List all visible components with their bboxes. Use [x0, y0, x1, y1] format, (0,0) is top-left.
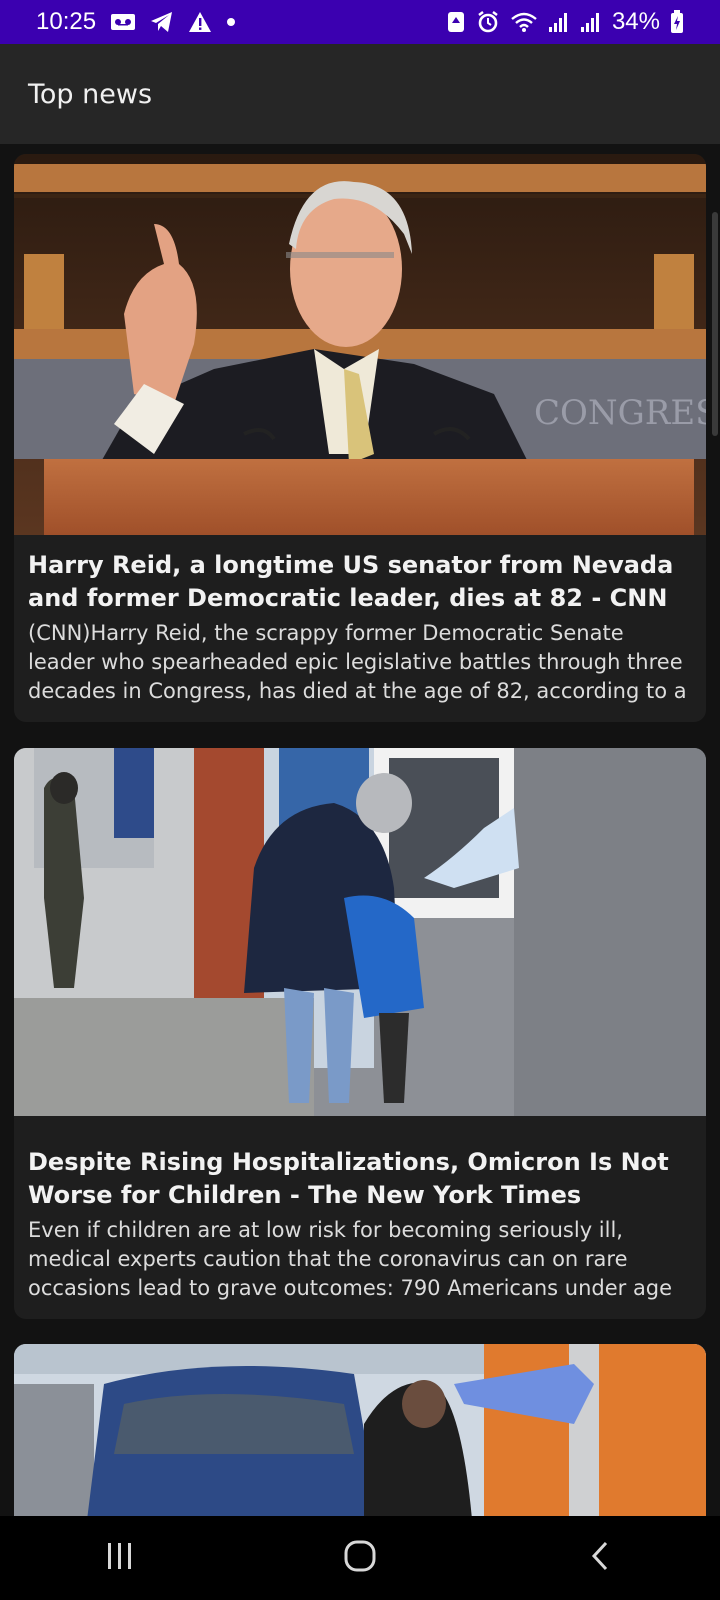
battery-charging-icon [670, 10, 684, 34]
battery-percent: 34% [611, 8, 660, 35]
article-image [14, 1344, 706, 1516]
alarm-icon [476, 10, 500, 34]
article-description: (CNN)Harry Reid, the scrappy former Demo… [28, 621, 687, 703]
back-button[interactable] [540, 1516, 660, 1600]
status-bar: 10:25 34% [0, 0, 720, 44]
article-card[interactable]: CONGRESS Harry Reid, a longtime US senat… [14, 154, 706, 722]
recycle-icon [446, 10, 466, 34]
telegram-icon [150, 11, 174, 33]
article-image: CONGRESS [14, 154, 706, 535]
page-title: Top news [28, 78, 153, 110]
voicemail-icon [110, 12, 136, 32]
recent-apps-button[interactable] [60, 1516, 180, 1600]
article-card[interactable] [14, 1344, 706, 1516]
app-bar: Top news [0, 44, 720, 144]
back-icon [589, 1540, 611, 1576]
article-card[interactable]: Despite Rising Hospitalizations, Omicron… [14, 748, 706, 1319]
status-time: 10:25 [36, 8, 97, 35]
wifi-icon [510, 11, 538, 33]
image-watermark-text: CONGRESS [534, 393, 706, 433]
article-description: Even if children are at low risk for bec… [28, 1218, 673, 1300]
article-image [14, 748, 706, 1116]
warning-icon [188, 11, 212, 33]
dot-icon [226, 17, 236, 27]
signal-icon [548, 11, 570, 33]
news-feed[interactable]: CONGRESS Harry Reid, a longtime US senat… [0, 144, 720, 1516]
signal-icon [580, 11, 602, 33]
article-title[interactable]: Despite Rising Hospitalizations, Omicron… [28, 1146, 692, 1212]
recent-apps-icon [105, 1541, 135, 1575]
home-button[interactable] [300, 1516, 420, 1600]
article-title[interactable]: Harry Reid, a longtime US senator from N… [28, 549, 692, 615]
scrollbar-thumb[interactable] [712, 212, 718, 436]
home-icon [343, 1539, 377, 1577]
navigation-bar [0, 1516, 720, 1600]
